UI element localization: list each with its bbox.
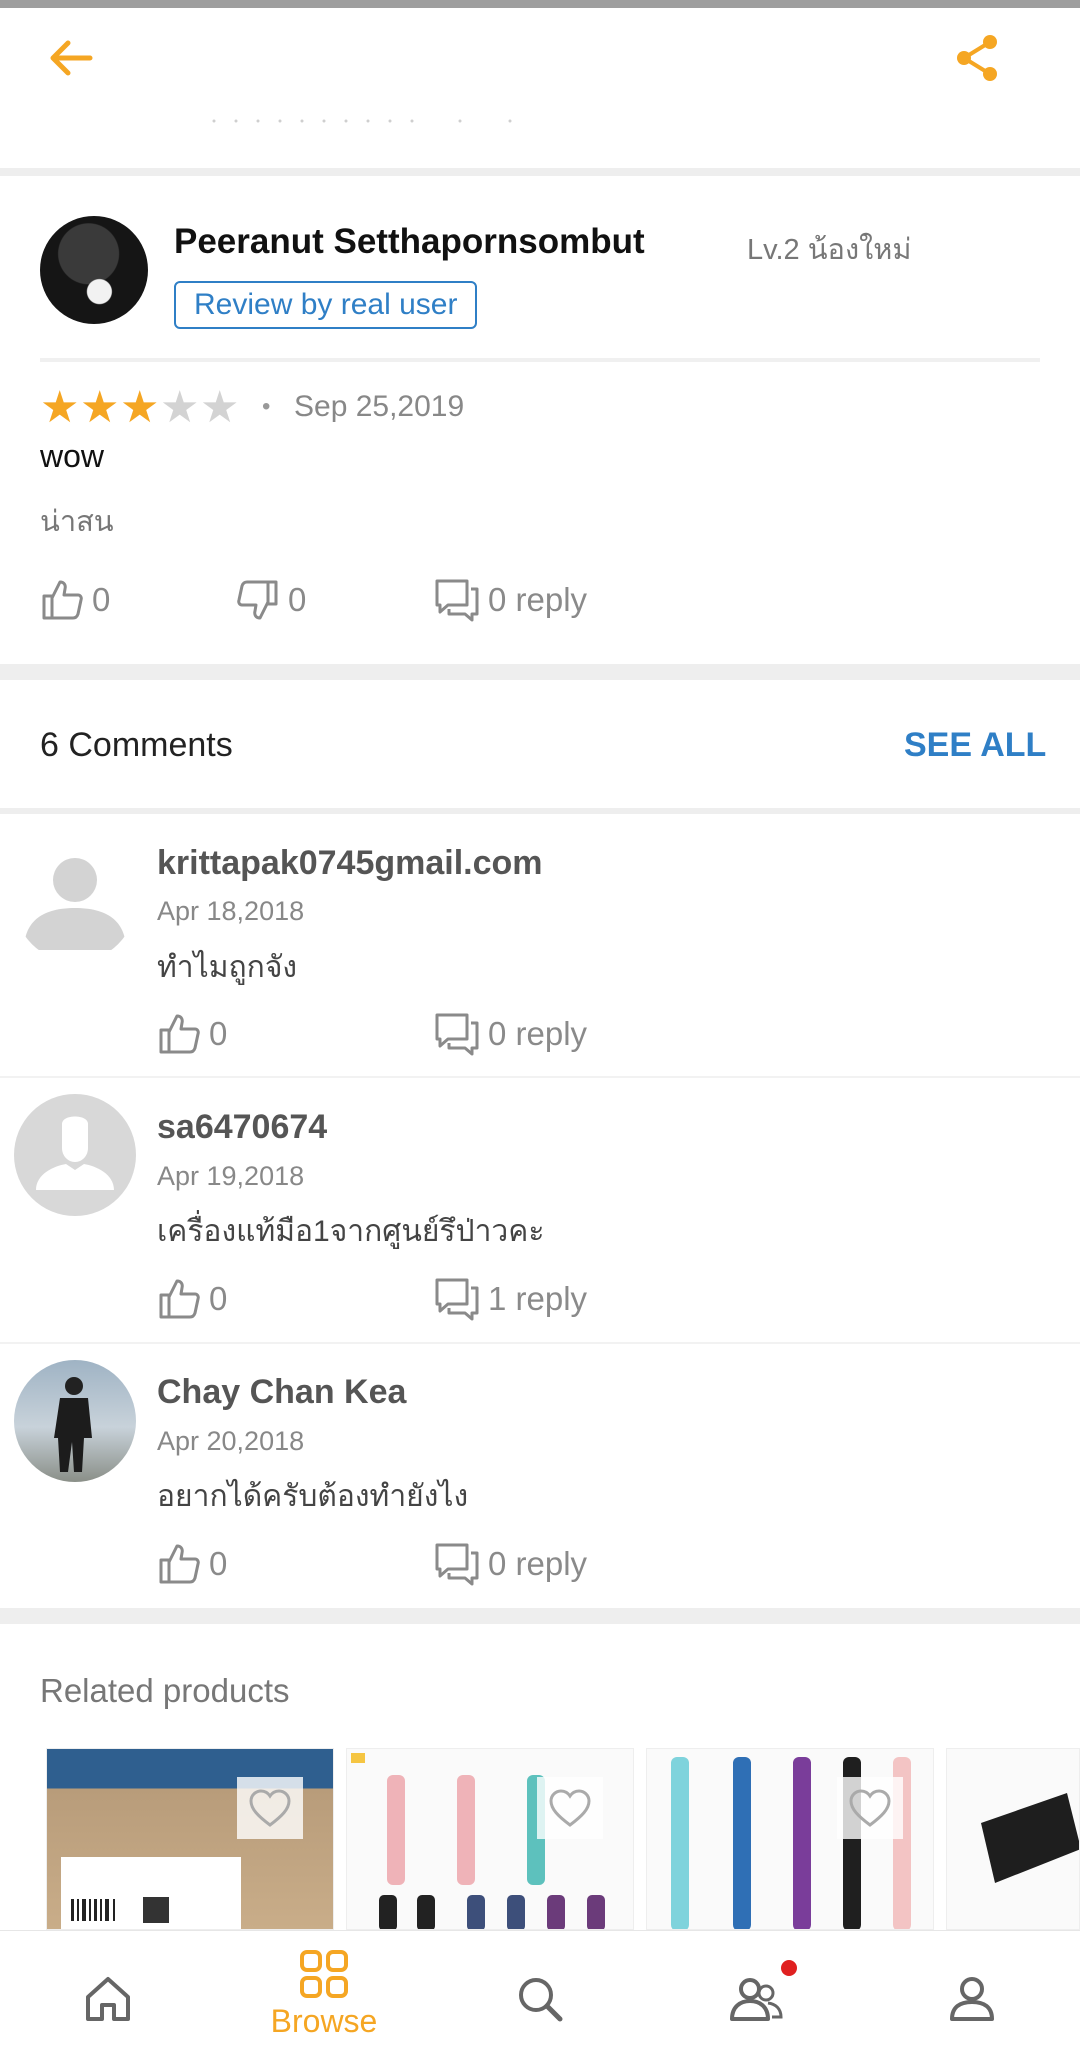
community-icon xyxy=(730,1978,783,2021)
browse-grid-icon xyxy=(300,1950,348,1998)
favorite-button[interactable] xyxy=(837,1777,903,1839)
star-empty-icon: ★ xyxy=(200,383,240,432)
thumbs-down-icon xyxy=(237,580,278,620)
like-button[interactable]: 0 xyxy=(40,578,110,622)
comment-like-count: 0 xyxy=(209,1545,228,1582)
user-photo xyxy=(54,1377,92,1472)
real-user-badge: Review by real user xyxy=(174,281,478,329)
notification-dot xyxy=(781,1960,797,1976)
divider xyxy=(0,1608,1080,1624)
comment-text: อยากได้ครับต้องทำยังไง xyxy=(157,1480,469,1513)
comment-icon xyxy=(435,1278,479,1321)
dislike-count: 0 xyxy=(288,581,307,618)
share-button[interactable] xyxy=(950,30,1006,86)
reviewer-avatar[interactable] xyxy=(40,216,148,324)
divider xyxy=(0,168,1080,176)
faded-dots xyxy=(212,119,512,123)
nav-home[interactable] xyxy=(33,1931,183,2069)
back-button[interactable] xyxy=(42,30,98,86)
bottom-nav: Browse xyxy=(0,1930,1080,2069)
heart-icon xyxy=(549,1789,591,1827)
heart-icon xyxy=(249,1789,291,1827)
comment-date: Apr 18,2018 xyxy=(157,896,305,926)
dot-separator: • xyxy=(262,393,271,420)
divider xyxy=(0,808,1080,814)
product-image xyxy=(981,1793,1079,1883)
thumbs-up-icon xyxy=(42,580,83,620)
reply-button[interactable]: 0 reply xyxy=(434,578,587,622)
product-card[interactable] xyxy=(946,1748,1080,1930)
comment-reply-button[interactable]: 0 reply xyxy=(434,1542,587,1586)
review-body: น่าสน xyxy=(40,506,114,538)
thumbs-up-icon xyxy=(159,1544,200,1584)
comment-icon xyxy=(435,579,479,622)
profile-icon xyxy=(950,1977,994,2021)
comment-reply-count: 0 reply xyxy=(488,1015,588,1052)
product-card[interactable] xyxy=(46,1748,334,1930)
comments-count-title: 6 Comments xyxy=(40,726,233,764)
star-filled-icon: ★ xyxy=(80,383,120,432)
back-arrow-icon xyxy=(50,40,93,76)
comment-date: Apr 19,2018 xyxy=(157,1161,305,1191)
header xyxy=(0,8,1080,168)
comment-reply-button[interactable]: 0 reply xyxy=(434,1012,587,1056)
comment-reply-button[interactable]: 1 reply xyxy=(434,1277,587,1321)
product-card[interactable] xyxy=(346,1748,634,1930)
star-empty-icon: ★ xyxy=(160,383,200,432)
divider xyxy=(0,664,1080,680)
thumbs-up-icon xyxy=(159,1014,200,1054)
star-filled-icon: ★ xyxy=(40,383,80,432)
reply-count: 0 reply xyxy=(488,581,588,618)
nav-profile[interactable] xyxy=(897,1931,1047,2069)
divider xyxy=(0,1076,1080,1078)
comment-date: Apr 20,2018 xyxy=(157,1426,305,1456)
reviewer-name[interactable]: Peeranut Setthapornsombut xyxy=(174,222,645,262)
search-icon xyxy=(519,1978,563,2022)
rating-stars: ★ ★ ★ ★ ★ xyxy=(40,386,240,430)
reviewer-level: Lv.2 น้องใหม่ xyxy=(747,234,912,266)
comment-like-button[interactable]: 0 xyxy=(157,1542,227,1586)
comment-reply-count: 1 reply xyxy=(488,1280,588,1317)
comment-like-button[interactable]: 0 xyxy=(157,1012,227,1056)
related-products-title: Related products xyxy=(40,1672,290,1709)
review-date: Sep 25,2019 xyxy=(294,390,465,423)
nav-search[interactable] xyxy=(465,1931,615,2069)
star-filled-icon: ★ xyxy=(120,383,160,432)
dislike-button[interactable]: 0 xyxy=(236,578,306,622)
comment-reply-count: 0 reply xyxy=(488,1545,588,1582)
favorite-button[interactable] xyxy=(537,1777,603,1839)
share-icon xyxy=(957,35,997,81)
commenter-avatar[interactable] xyxy=(14,1360,136,1482)
comment-icon xyxy=(435,1013,479,1056)
nav-community[interactable] xyxy=(681,1931,831,2069)
product-card[interactable] xyxy=(646,1748,934,1930)
status-strip xyxy=(0,0,1080,8)
like-count: 0 xyxy=(92,581,111,618)
commenter-name[interactable]: krittapak0745gmail.com xyxy=(157,844,543,883)
default-avatar-icon xyxy=(36,1116,114,1190)
review-title: wow xyxy=(40,438,105,474)
comment-like-count: 0 xyxy=(209,1015,228,1052)
commenter-avatar[interactable] xyxy=(14,1094,136,1216)
comment-text: ทำไมถูกจัง xyxy=(157,951,298,984)
commenter-name[interactable]: Chay Chan Kea xyxy=(157,1373,406,1412)
commenter-avatar[interactable] xyxy=(14,840,136,962)
heart-icon xyxy=(849,1789,891,1827)
favorite-button[interactable] xyxy=(237,1777,303,1839)
see-all-link[interactable]: SEE ALL xyxy=(904,726,1046,765)
comment-text: เครื่องแท้มือ1จากศูนย์รึป่าวคะ xyxy=(157,1215,545,1248)
divider xyxy=(0,1342,1080,1344)
divider xyxy=(40,358,1040,362)
comment-like-count: 0 xyxy=(209,1280,228,1317)
thumbs-up-icon xyxy=(159,1279,200,1319)
nav-browse-label: Browse xyxy=(270,2003,378,2039)
comment-icon xyxy=(435,1543,479,1586)
home-icon xyxy=(86,1977,130,2021)
nav-browse[interactable]: Browse xyxy=(249,1931,399,2069)
default-avatar-icon xyxy=(24,858,126,950)
comment-like-button[interactable]: 0 xyxy=(157,1277,227,1321)
commenter-name[interactable]: sa6470674 xyxy=(157,1108,327,1147)
